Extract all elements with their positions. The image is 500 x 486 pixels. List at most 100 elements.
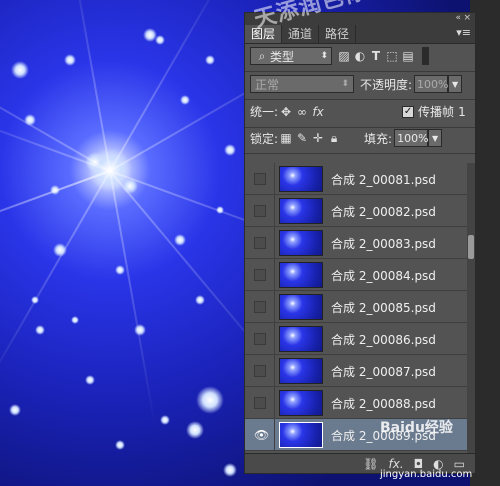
scrollbar-thumb[interactable]	[468, 235, 474, 259]
layer-thumbnail[interactable]	[279, 390, 323, 416]
blend-mode-select[interactable]: 正常 ⬍	[250, 75, 354, 93]
layer-thumbnail[interactable]	[279, 358, 323, 384]
collapse-icon[interactable]: «	[455, 13, 461, 23]
layer-name[interactable]: 合成 2_00083.psd	[331, 235, 436, 252]
eye-icon[interactable]: 👁︎	[254, 429, 269, 441]
sparkle	[195, 295, 205, 305]
divider	[245, 71, 475, 72]
layer-name[interactable]: 合成 2_00085.psd	[331, 299, 436, 316]
row-divider	[274, 227, 275, 259]
visibility-toggle[interactable]	[254, 397, 266, 409]
row-divider	[274, 323, 275, 355]
visibility-toggle[interactable]	[254, 205, 266, 217]
unify-style-icon[interactable]: fx	[310, 104, 326, 120]
row-divider	[274, 419, 275, 451]
layer-row[interactable]: 合成 2_00085.psd	[245, 291, 467, 323]
lock-position-icon[interactable]: ✛	[310, 130, 326, 146]
row-divider	[274, 195, 275, 227]
close-icon[interactable]: ×	[463, 13, 471, 23]
light-ray	[109, 170, 157, 428]
type-filter-icon[interactable]: T	[368, 48, 384, 64]
lock-all-icon[interactable]: 🔒︎	[326, 130, 342, 146]
layer-row[interactable]: 合成 2_00081.psd	[245, 163, 467, 195]
light-ray	[109, 0, 231, 172]
filter-toggle[interactable]	[422, 47, 429, 65]
filter-row: ⌕ 类型 ⬍ ▨ ◐ T ⬚ ▤	[250, 47, 480, 65]
shape-filter-icon[interactable]: ⬚	[384, 48, 400, 64]
unify-position-icon[interactable]: ✥	[278, 104, 294, 120]
tab-channels[interactable]: 通道	[282, 25, 320, 43]
divider	[245, 153, 475, 154]
visibility-toggle[interactable]	[254, 269, 266, 281]
visibility-toggle[interactable]	[254, 301, 266, 313]
lock-image-icon[interactable]: ✎	[294, 130, 310, 146]
layer-thumbnail[interactable]	[279, 262, 323, 288]
layer-row[interactable]: 合成 2_00086.psd	[245, 323, 467, 355]
opacity-input[interactable]: 100%	[414, 75, 449, 93]
sparkle	[196, 386, 224, 414]
layer-row[interactable]: 合成 2_00088.psd	[245, 387, 467, 419]
fill-label: 填充:	[364, 131, 393, 146]
link-layers-icon[interactable]: ⛓	[363, 457, 378, 471]
blend-row: 正常 ⬍ 不透明度: 100% ▼	[250, 75, 480, 93]
sparkle	[35, 325, 45, 335]
layer-thumbnail[interactable]	[279, 166, 323, 192]
layer-name[interactable]: 合成 2_00084.psd	[331, 267, 436, 284]
visibility-toggle[interactable]	[254, 333, 266, 345]
layer-thumbnail[interactable]	[279, 326, 323, 352]
sparkle	[180, 95, 190, 105]
lock-label: 锁定:	[250, 131, 279, 146]
fill-value: 100%	[397, 131, 429, 145]
unify-label: 统一:	[250, 105, 279, 119]
panel-menu-icon[interactable]: ▾≡	[456, 26, 471, 39]
layer-thumbnail[interactable]	[279, 198, 323, 224]
layers-panel: « × 图层 通道 路径 ▾≡ ⌕ 类型 ⬍ ▨ ◐ T ⬚ ▤ 正常 ⬍ 不透…	[244, 12, 476, 474]
sparkle	[186, 421, 204, 439]
layer-thumbnail[interactable]	[279, 230, 323, 256]
propagate-frame-value: 1	[458, 104, 466, 119]
layer-name[interactable]: 合成 2_00087.psd	[331, 363, 436, 380]
visibility-toggle[interactable]	[254, 173, 266, 185]
propagate-frame-checkbox[interactable]: ✓	[402, 105, 415, 118]
fill-dropdown-button[interactable]: ▼	[428, 129, 443, 147]
sparkle	[155, 35, 165, 45]
layer-list[interactable]: 合成 2_00081.psd 合成 2_00082.psd 合成 2_00083.p…	[245, 163, 467, 453]
row-divider	[274, 355, 275, 387]
pixel-filter-icon[interactable]: ▨	[336, 48, 352, 64]
row-divider	[274, 163, 275, 195]
row-divider	[274, 259, 275, 291]
sparkle	[115, 265, 125, 275]
sparkle	[9, 404, 21, 416]
sparkle	[224, 144, 236, 156]
layer-row[interactable]: 合成 2_00083.psd	[245, 227, 467, 259]
layer-row[interactable]: 合成 2_00084.psd	[245, 259, 467, 291]
tab-paths[interactable]: 路径	[319, 25, 357, 43]
visibility-toggle[interactable]	[254, 237, 266, 249]
layer-name[interactable]: 合成 2_00082.psd	[331, 203, 436, 220]
layer-row[interactable]: 合成 2_00087.psd	[245, 355, 467, 387]
baidu-url: jingyan.baidu.com	[380, 469, 473, 480]
unify-visibility-icon[interactable]: ∞	[294, 104, 310, 120]
layer-name[interactable]: 合成 2_00086.psd	[331, 331, 436, 348]
layer-list-scrollbar[interactable]	[467, 163, 475, 453]
sparkle	[115, 440, 125, 450]
lock-transparent-icon[interactable]: ▦	[278, 130, 294, 146]
fill-input[interactable]: 100%	[394, 129, 429, 147]
dropdown-arrow-icon: ⬍	[341, 79, 349, 89]
adjustment-filter-icon[interactable]: ◐	[352, 48, 368, 64]
layer-thumbnail[interactable]	[279, 294, 323, 320]
smart-object-filter-icon[interactable]: ▤	[400, 48, 416, 64]
search-icon: ⌕	[258, 48, 266, 63]
visibility-toggle[interactable]	[254, 365, 266, 377]
filter-kind-select[interactable]: ⌕ 类型 ⬍	[250, 47, 332, 65]
sparkle	[160, 415, 170, 425]
row-divider	[274, 291, 275, 323]
layer-row[interactable]: 合成 2_00082.psd	[245, 195, 467, 227]
opacity-dropdown-button[interactable]: ▼	[448, 75, 463, 93]
sparkle	[174, 234, 186, 246]
row-divider	[274, 387, 275, 419]
layer-thumbnail[interactable]	[279, 422, 323, 448]
divider	[245, 99, 475, 100]
layer-name[interactable]: 合成 2_00088.psd	[331, 395, 436, 412]
layer-name[interactable]: 合成 2_00081.psd	[331, 171, 436, 188]
